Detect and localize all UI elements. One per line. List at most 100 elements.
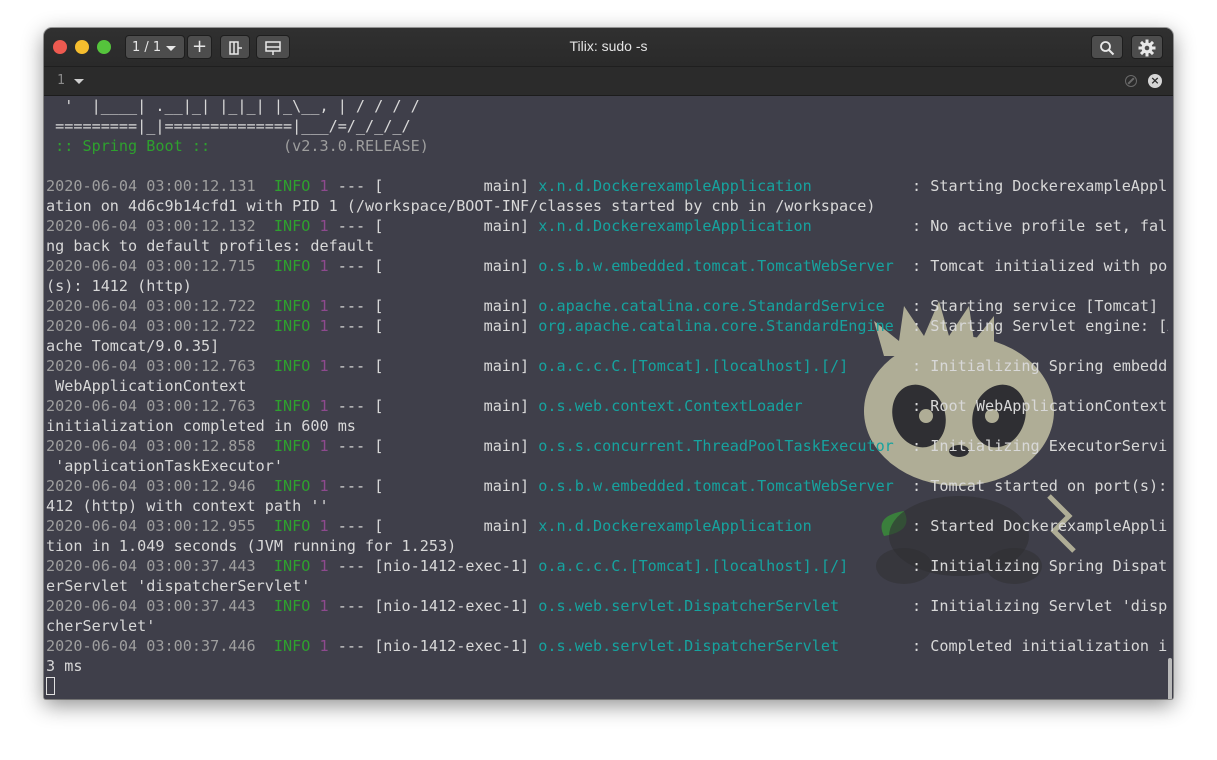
log-line: 2020-06-04 03:00:37.446 INFO 1 --- [nio-…: [46, 636, 1168, 656]
log-continuation: cherServlet': [46, 617, 156, 635]
spring-boot-line: :: Spring Boot :: (v2.3.0.RELEASE): [46, 136, 1168, 156]
log-thread: --- [ main]: [337, 477, 530, 495]
log-timestamp: 2020-06-04 03:00:12.946: [46, 477, 256, 495]
log-logger: org.apache.catalina.core.StandardEngine: [538, 317, 894, 335]
log-thread: --- [nio-1412-exec-1]: [337, 597, 530, 615]
log-line: 2020-06-04 03:00:12.722 INFO 1 --- [ mai…: [46, 316, 1168, 336]
log-message: : Starting service [Tomcat]: [884, 297, 1159, 315]
log-level: INFO: [273, 317, 311, 335]
log-logger: o.s.web.servlet.DispatcherServlet: [538, 637, 840, 655]
log-message: : Initializing ExecutorService: [893, 437, 1168, 455]
log-message: : Tomcat started on port(s): 1: [893, 477, 1168, 495]
scrollbar-thumb[interactable]: [1168, 658, 1172, 699]
gear-icon: [1138, 39, 1156, 57]
log-continuation: ng back to default profiles: default: [46, 237, 375, 255]
log-continuation: tion in 1.049 seconds (JVM running for 1…: [46, 537, 457, 555]
log-continuation: ation on 4d6c9b14cfd1 with PID 1 (/works…: [46, 197, 876, 215]
maximize-icon[interactable]: [1125, 75, 1137, 87]
log-thread: --- [ main]: [337, 437, 530, 455]
log-continuation: initialization completed in 600 ms: [46, 417, 356, 435]
spring-boot-label: :: Spring Boot ::: [46, 137, 211, 155]
log-continuation: erServlet 'dispatcherServlet': [46, 577, 311, 595]
log-thread: --- [nio-1412-exec-1]: [337, 637, 530, 655]
settings-button[interactable]: [1131, 35, 1163, 59]
log-level: INFO: [273, 557, 311, 575]
log-message: : Initializing Servlet 'dispat: [839, 597, 1168, 615]
search-button[interactable]: [1091, 35, 1123, 59]
log-message: : Root WebApplicationContext:: [802, 397, 1168, 415]
log-pid: 1: [319, 257, 329, 275]
log-level: INFO: [273, 357, 311, 375]
log-line: 2020-06-04 03:00:12.763 INFO 1 --- [ mai…: [46, 356, 1168, 376]
log-logger: o.a.c.c.C.[Tomcat].[localhost].[/]: [538, 357, 849, 375]
log-pid: 1: [319, 297, 329, 315]
log-pid: 1: [319, 317, 329, 335]
log-level: INFO: [273, 437, 311, 455]
close-icon[interactable]: ×: [1148, 74, 1162, 88]
log-logger: o.s.s.concurrent.ThreadPoolTaskExecutor: [538, 437, 894, 455]
log-logger: o.s.web.servlet.DispatcherServlet: [538, 597, 840, 615]
log-level: INFO: [273, 517, 311, 535]
log-message: : No active profile set, falli: [811, 217, 1168, 235]
log-logger: x.n.d.DockerexampleApplication: [538, 217, 812, 235]
log-level: INFO: [273, 257, 311, 275]
terminal-area[interactable]: ' |____| .__|_| |_|_| |_\__, | / / / / =…: [44, 96, 1173, 699]
chevron-down-icon[interactable]: [74, 79, 84, 84]
log-timestamp: 2020-06-04 03:00:37.443: [46, 557, 256, 575]
log-thread: --- [ main]: [337, 357, 530, 375]
log-continuation: ache Tomcat/9.0.35]: [46, 337, 220, 355]
log-line: 2020-06-04 03:00:37.443 INFO 1 --- [nio-…: [46, 556, 1168, 576]
log-line: 2020-06-04 03:00:37.443 INFO 1 --- [nio-…: [46, 596, 1168, 616]
log-message: : Starting DockerexampleApplic: [811, 177, 1168, 195]
log-continuation: 'applicationTaskExecutor': [46, 457, 284, 475]
log-logger: o.s.b.w.embedded.tomcat.TomcatWebServer: [538, 477, 894, 495]
terminal-number[interactable]: 1: [57, 73, 65, 88]
terminal-output: ' |____| .__|_| |_|_| |_\__, | / / / / =…: [46, 96, 1168, 696]
log-timestamp: 2020-06-04 03:00:37.446: [46, 637, 256, 655]
log-line: 2020-06-04 03:00:12.715 INFO 1 --- [ mai…: [46, 256, 1168, 276]
prompt-line: [46, 676, 1168, 696]
spring-boot-version: (v2.3.0.RELEASE): [210, 137, 429, 155]
log-message: : Completed initialization in: [839, 637, 1168, 655]
log-continuation: (s): 1412 (http): [46, 277, 192, 295]
log-level: INFO: [273, 177, 311, 195]
log-level: INFO: [273, 217, 311, 235]
log-thread: --- [ main]: [337, 177, 530, 195]
log-line: 2020-06-04 03:00:12.722 INFO 1 --- [ mai…: [46, 296, 1168, 316]
log-timestamp: 2020-06-04 03:00:12.715: [46, 257, 256, 275]
log-timestamp: 2020-06-04 03:00:12.955: [46, 517, 256, 535]
tilix-window: 1 / 1 + Tilix: sudo -s 1 × ' |____| .__|…: [44, 28, 1173, 699]
log-timestamp: 2020-06-04 03:00:12.132: [46, 217, 256, 235]
log-line: 2020-06-04 03:00:12.132 INFO 1 --- [ mai…: [46, 216, 1168, 236]
log-line: 2020-06-04 03:00:12.763 INFO 1 --- [ mai…: [46, 396, 1168, 416]
log-pid: 1: [319, 637, 329, 655]
log-pid: 1: [319, 477, 329, 495]
log-logger: o.s.web.context.ContextLoader: [538, 397, 803, 415]
log-timestamp: 2020-06-04 03:00:37.443: [46, 597, 256, 615]
log-line: 2020-06-04 03:00:12.955 INFO 1 --- [ mai…: [46, 516, 1168, 536]
terminal-header: 1 ×: [44, 67, 1173, 96]
log-pid: 1: [319, 517, 329, 535]
log-logger: o.s.b.w.embedded.tomcat.TomcatWebServer: [538, 257, 894, 275]
log-thread: --- [ main]: [337, 397, 530, 415]
text-cursor: [46, 677, 55, 695]
log-level: INFO: [273, 597, 311, 615]
log-level: INFO: [273, 637, 311, 655]
log-thread: --- [nio-1412-exec-1]: [337, 557, 530, 575]
log-level: INFO: [273, 297, 311, 315]
log-message: : Initializing Spring embedded: [848, 357, 1168, 375]
log-pid: 1: [319, 177, 329, 195]
log-logger: x.n.d.DockerexampleApplication: [538, 517, 812, 535]
search-icon: [1100, 41, 1115, 56]
log-thread: --- [ main]: [337, 517, 530, 535]
log-pid: 1: [319, 557, 329, 575]
log-thread: --- [ main]: [337, 297, 530, 315]
window-title: Tilix: sudo -s: [569, 38, 648, 54]
log-timestamp: 2020-06-04 03:00:12.722: [46, 317, 256, 335]
log-lines: 2020-06-04 03:00:12.131 INFO 1 --- [ mai…: [46, 176, 1168, 676]
log-line: 2020-06-04 03:00:12.858 INFO 1 --- [ mai…: [46, 436, 1168, 456]
log-pid: 1: [319, 217, 329, 235]
log-timestamp: 2020-06-04 03:00:12.722: [46, 297, 256, 315]
log-pid: 1: [319, 397, 329, 415]
